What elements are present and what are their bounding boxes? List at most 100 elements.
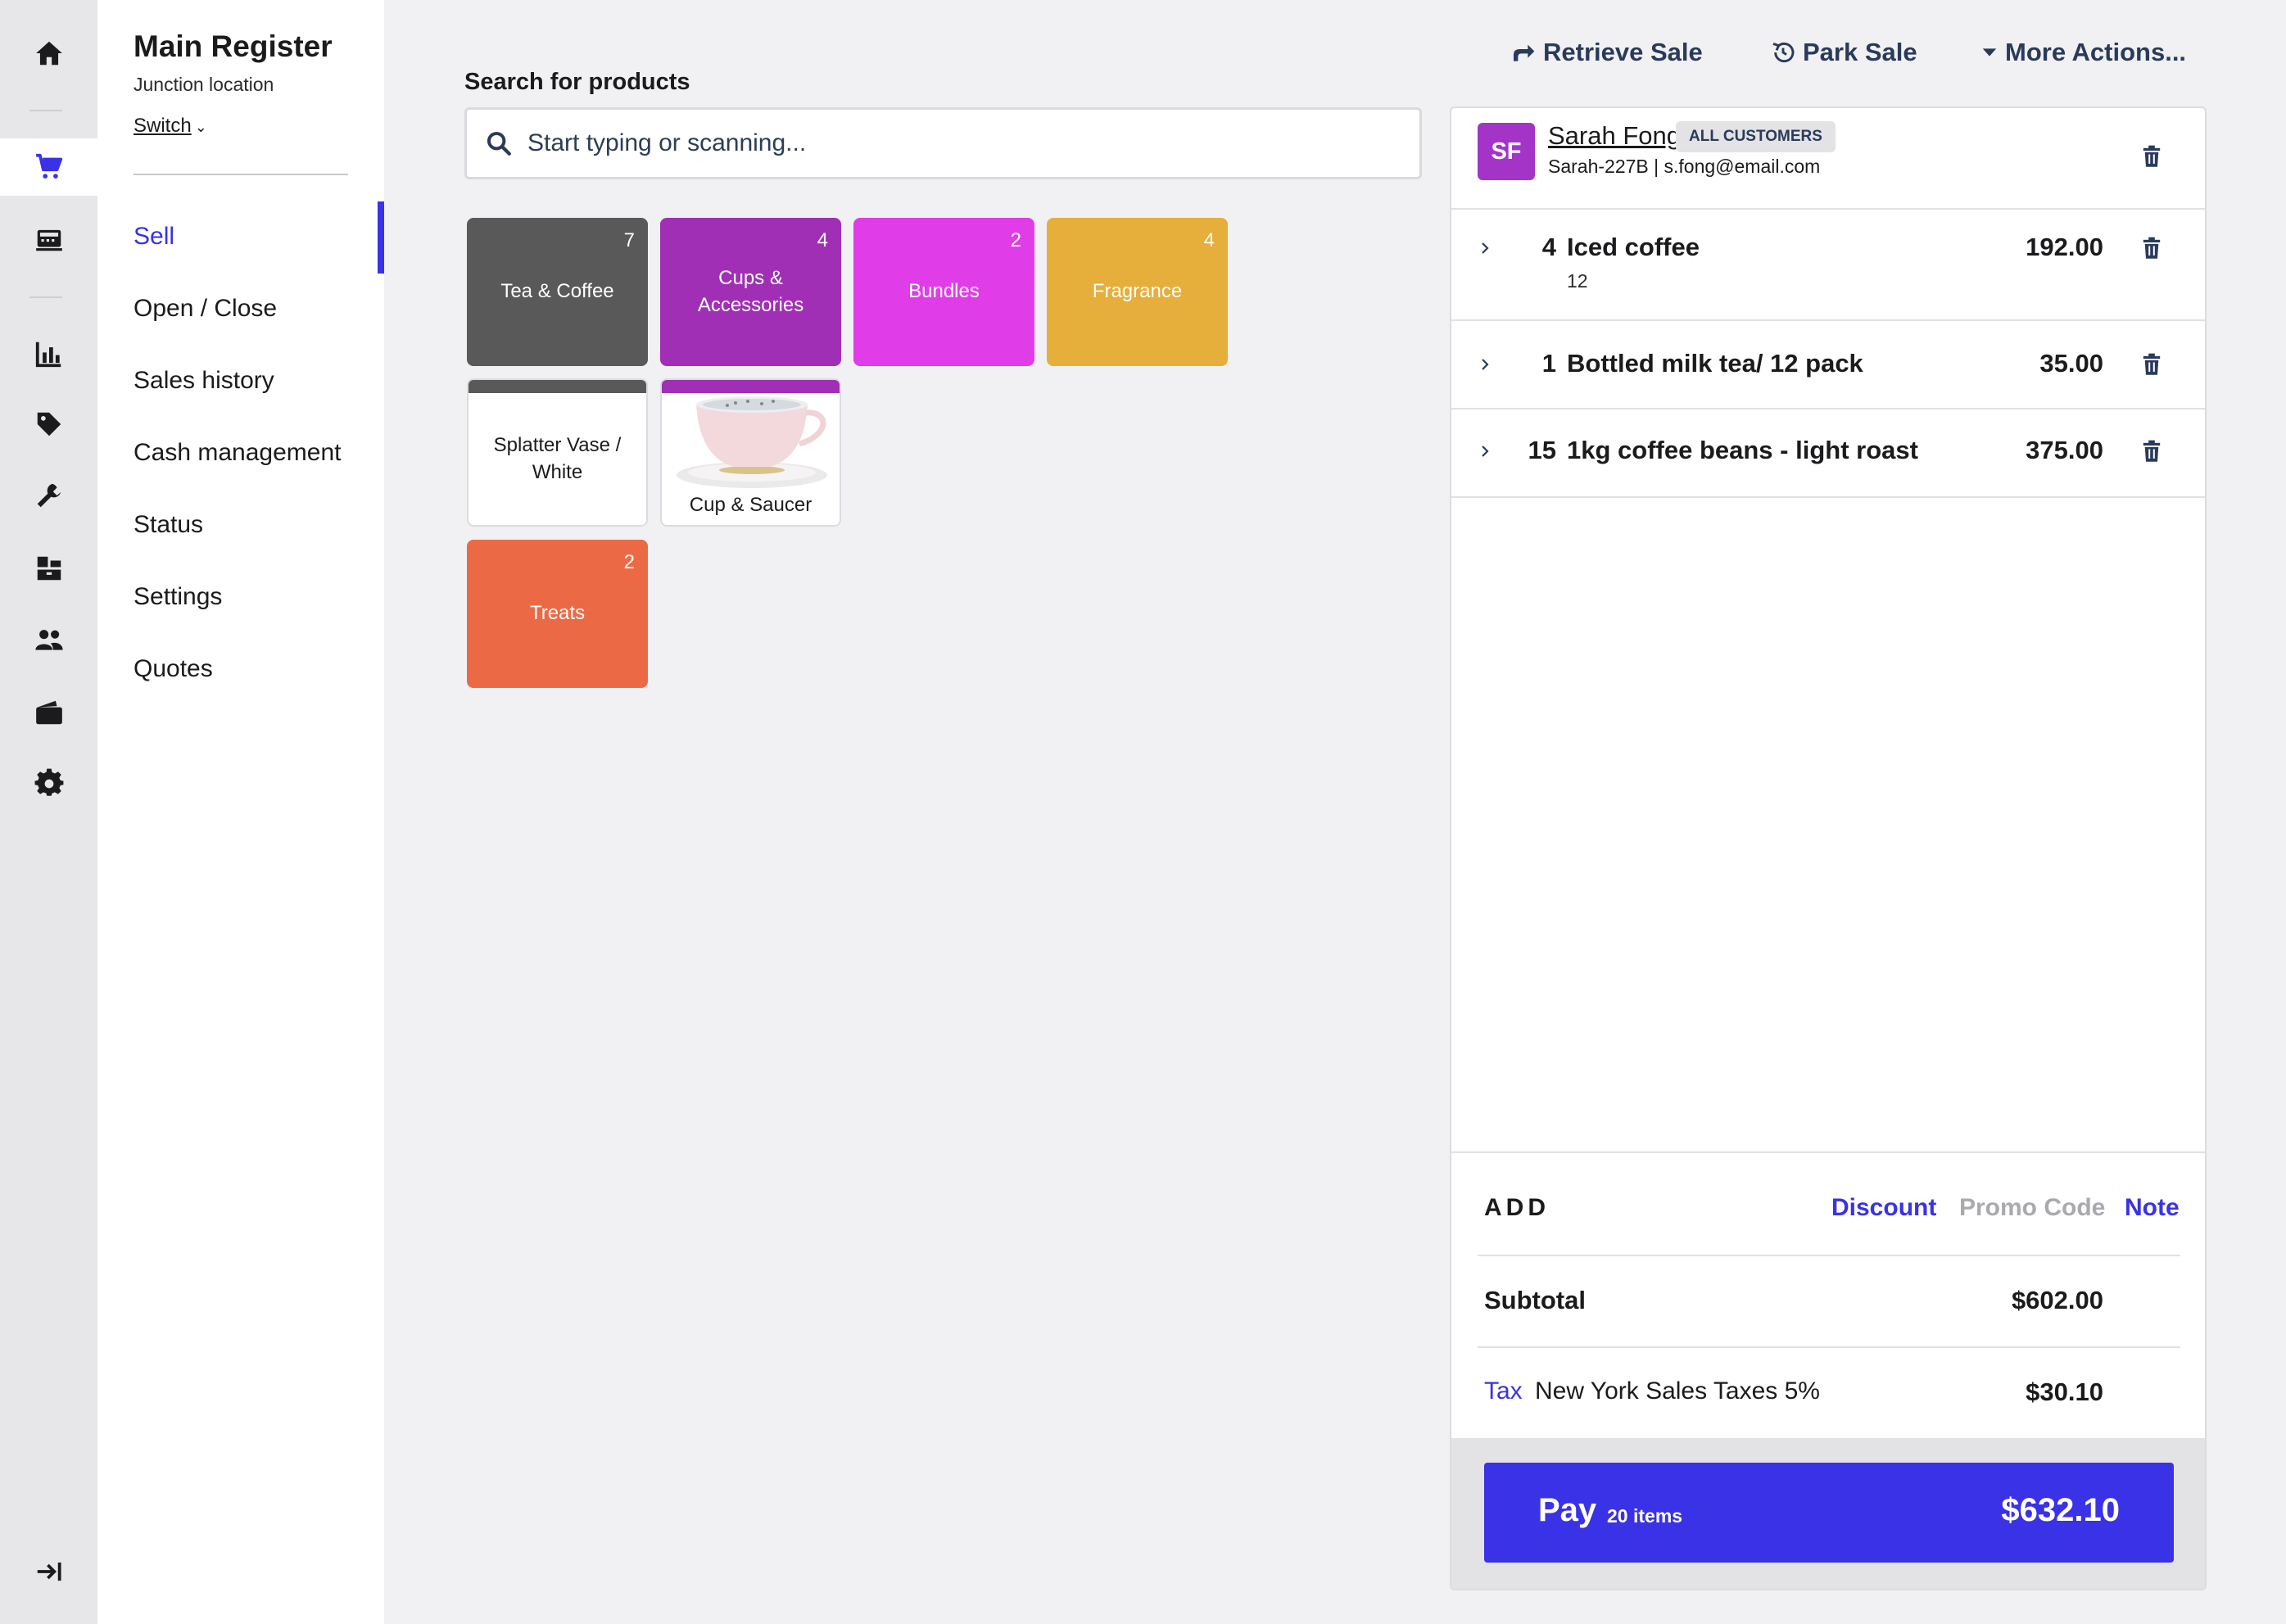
tile-label: Cup & Saucer xyxy=(689,494,813,516)
chevron-right-icon[interactable] xyxy=(1473,439,1497,464)
subtotal-value: $602.00 xyxy=(2011,1286,2103,1314)
caret-down-icon xyxy=(1982,48,1997,57)
sale-panel: SF Sarah Fong ALL CUSTOMERS Sarah-227B |… xyxy=(1450,106,2207,1590)
tax-description: New York Sales Taxes 5% xyxy=(1535,1377,1820,1405)
home-icon[interactable] xyxy=(0,25,97,82)
add-note-link[interactable]: Note xyxy=(2125,1194,2180,1222)
chevron-right-icon[interactable] xyxy=(1473,236,1497,260)
wallet-icon[interactable] xyxy=(0,684,97,741)
search-icon xyxy=(487,131,511,156)
nav-item-sell[interactable]: Sell xyxy=(134,223,174,251)
tax-value: $30.10 xyxy=(2026,1377,2103,1406)
line-price: 35.00 xyxy=(2039,349,2103,378)
tile-treats[interactable]: 2 Treats xyxy=(467,540,648,688)
customer-avatar: SF xyxy=(1478,123,1535,180)
rail-divider xyxy=(29,296,62,298)
collapse-icon[interactable] xyxy=(0,1543,97,1600)
search-label: Search for products xyxy=(464,69,690,95)
customer-row: SF Sarah Fong ALL CUSTOMERS Sarah-227B |… xyxy=(1451,108,2205,210)
line-item[interactable]: 4 Iced coffee 12 192.00 xyxy=(1451,210,2205,321)
customer-name-link[interactable]: Sarah Fong xyxy=(1548,121,1681,151)
line-name: 1kg coffee beans - light roast xyxy=(1567,436,1918,464)
pay-label: Pay xyxy=(1538,1492,1597,1528)
tile-tea-coffee[interactable]: 7 Tea & Coffee xyxy=(467,218,648,366)
pay-item-count: 20 items xyxy=(1607,1505,1683,1527)
add-promo-code-link[interactable]: Promo Code xyxy=(1959,1194,2105,1222)
retrieve-sale-button[interactable]: Retrieve Sale xyxy=(1510,38,1703,67)
search-box[interactable] xyxy=(464,107,1422,179)
search-input[interactable] xyxy=(527,129,1379,157)
switch-register-button[interactable]: Switch ⌄ xyxy=(134,115,207,138)
active-indicator xyxy=(378,201,384,274)
register-nav: Main Register Junction location Switch ⌄ … xyxy=(97,0,384,1624)
register-title: Main Register xyxy=(134,29,333,63)
tile-cup-saucer[interactable]: Cup & Saucer xyxy=(660,378,841,527)
wrench-icon[interactable] xyxy=(0,467,97,524)
tax-link[interactable]: Tax xyxy=(1484,1377,1523,1405)
nav-item-open-close[interactable]: Open / Close xyxy=(134,295,277,323)
subtotal-label: Subtotal xyxy=(1484,1286,1586,1314)
add-discount-link[interactable]: Discount xyxy=(1831,1194,1936,1222)
customer-group-badge: ALL CUSTOMERS xyxy=(1676,121,1836,152)
nav-item-settings[interactable]: Settings xyxy=(134,583,222,611)
tile-cups-accessories[interactable]: 4 Cups & Accessories xyxy=(660,218,841,366)
line-price: 192.00 xyxy=(2026,233,2103,261)
add-label: ADD xyxy=(1484,1194,1550,1221)
line-qty: 4 xyxy=(1541,233,1556,261)
pay-button[interactable]: Pay 20 items $632.10 xyxy=(1484,1463,2174,1563)
line-name: Bottled milk tea/ 12 pack xyxy=(1567,349,1863,378)
chevron-right-icon[interactable] xyxy=(1473,352,1497,377)
line-sub: 12 xyxy=(1567,270,1588,292)
tile-color-bar xyxy=(662,380,840,393)
inventory-icon[interactable] xyxy=(0,540,97,597)
nav-item-quotes[interactable]: Quotes xyxy=(134,655,213,683)
chevron-down-icon: ⌄ xyxy=(194,119,207,135)
retrieve-sale-label[interactable]: Retrieve Sale xyxy=(1543,38,1703,67)
line-price: 375.00 xyxy=(2026,436,2103,464)
line-name: Iced coffee xyxy=(1567,233,1700,261)
tile-fragrance[interactable]: 4 Fragrance xyxy=(1047,218,1228,366)
register-icon[interactable] xyxy=(0,210,97,268)
cart-icon[interactable] xyxy=(0,138,97,196)
register-location: Junction location xyxy=(134,74,274,95)
history-icon xyxy=(1772,42,1795,63)
tile-label: Fragrance xyxy=(1092,280,1183,303)
gear-icon[interactable] xyxy=(0,755,97,812)
icon-rail xyxy=(0,0,97,1624)
customers-icon[interactable] xyxy=(0,611,97,668)
totals-divider xyxy=(1478,1255,2180,1256)
nav-item-sales-history[interactable]: Sales history xyxy=(134,367,274,395)
line-qty: 1 xyxy=(1541,349,1556,378)
totals-divider xyxy=(1478,1346,2180,1348)
remove-line-trash-icon[interactable] xyxy=(2138,437,2166,465)
pay-area: Pay 20 items $632.10 xyxy=(1451,1438,2205,1589)
tile-bundles[interactable]: 2 Bundles xyxy=(853,218,1034,366)
customer-meta: Sarah-227B | s.fong@email.com xyxy=(1548,156,1821,177)
tile-color-bar xyxy=(469,380,646,393)
tile-label: Treats xyxy=(529,602,586,625)
remove-line-trash-icon[interactable] xyxy=(2138,351,2166,378)
nav-divider xyxy=(134,174,348,175)
more-actions-label[interactable]: More Actions... xyxy=(2005,38,2186,67)
line-item[interactable]: 15 1kg coffee beans - light roast 375.00 xyxy=(1451,409,2205,498)
park-sale-label[interactable]: Park Sale xyxy=(1803,38,1917,67)
nav-item-cash-management[interactable]: Cash management xyxy=(134,439,341,467)
more-actions-button[interactable]: More Actions... xyxy=(1980,38,2186,67)
rail-divider xyxy=(29,110,62,111)
remove-customer-trash-icon[interactable] xyxy=(2138,142,2166,170)
pay-amount: $632.10 xyxy=(2001,1492,2120,1528)
reports-icon[interactable] xyxy=(0,325,97,382)
park-sale-button[interactable]: Park Sale xyxy=(1770,38,1917,67)
line-item[interactable]: 1 Bottled milk tea/ 12 pack 35.00 xyxy=(1451,321,2205,409)
tag-icon[interactable] xyxy=(0,396,97,453)
nav-item-status[interactable]: Status xyxy=(134,511,203,539)
redo-arrow-icon xyxy=(1514,44,1535,61)
remove-line-trash-icon[interactable] xyxy=(2138,234,2166,262)
tile-splatter-vase[interactable]: Splatter Vase / White xyxy=(467,378,648,527)
tile-label: Tea & Coffee xyxy=(500,280,614,303)
line-qty: 15 xyxy=(1528,436,1556,464)
tile-label: Bundles xyxy=(908,280,980,303)
cup-saucer-image xyxy=(677,396,827,488)
tile-label: Cups & Accessories xyxy=(697,267,804,316)
switch-label[interactable]: Switch xyxy=(134,115,192,137)
